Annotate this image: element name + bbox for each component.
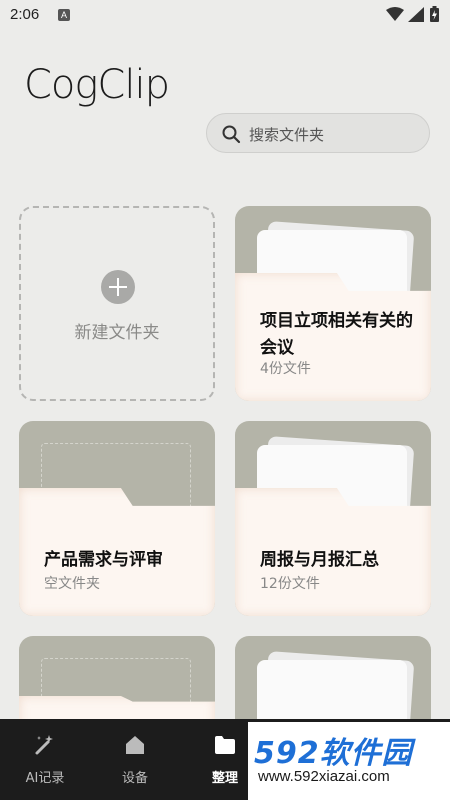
new-folder-card[interactable]: 新建文件夹 — [19, 206, 215, 401]
home-icon — [126, 736, 144, 754]
app-logo: CogClip — [24, 62, 170, 108]
signal-icon — [408, 7, 424, 22]
nav-ai-record[interactable]: AI记录 — [15, 733, 75, 786]
nav-device[interactable]: 设备 — [105, 733, 165, 786]
watermark-url: www.592xiazai.com — [258, 768, 390, 785]
magic-wand-icon — [35, 735, 53, 755]
folder-title: 产品需求与评审 — [44, 550, 163, 570]
plus-icon — [101, 270, 135, 304]
search-input[interactable]: 搜索文件夹 — [206, 113, 430, 153]
folder-file-count: 空文件夹 — [44, 576, 100, 592]
folder-file-count: 4份文件 — [260, 361, 311, 377]
new-folder-label: 新建文件夹 — [74, 323, 160, 343]
battery-icon — [430, 6, 439, 22]
notification-a-icon: A — [58, 9, 70, 21]
folder-icon — [215, 736, 235, 754]
watermark-logo: 592软件园 — [254, 736, 413, 771]
folder-title: 项目立项相关有关的会议 — [260, 311, 413, 358]
nav-organize[interactable]: 整理 — [195, 733, 255, 786]
folder-card[interactable]: 产品需求与评审 空文件夹 — [19, 421, 215, 616]
folder-title: 周报与月报汇总 — [260, 550, 379, 570]
folder-card[interactable]: 周报与月报汇总 12份文件 — [235, 421, 431, 616]
folder-card[interactable]: 项目立项相关有关的会议 4份文件 — [235, 206, 431, 401]
status-bar: 2:06 A — [0, 0, 450, 30]
wifi-icon — [386, 7, 404, 21]
search-placeholder: 搜索文件夹 — [249, 126, 325, 144]
nav-label: 设备 — [121, 771, 148, 786]
status-time: 2:06 — [10, 6, 40, 23]
watermark: 592软件园 www.592xiazai.com — [248, 722, 450, 800]
nav-label: 整理 — [211, 771, 238, 786]
search-icon — [222, 125, 241, 144]
folder-file-count: 12份文件 — [260, 576, 320, 592]
nav-label: AI记录 — [25, 771, 65, 786]
